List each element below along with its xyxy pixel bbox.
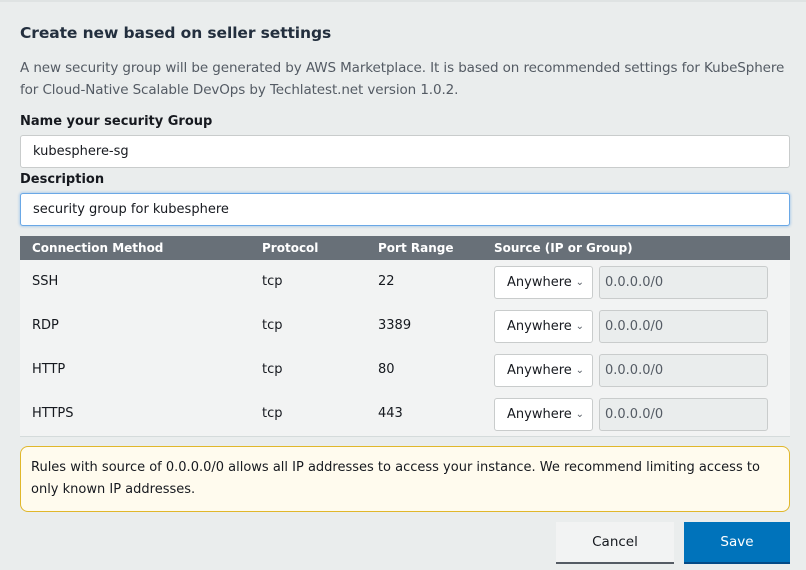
- source-select-value: Anywhere: [507, 319, 572, 334]
- table-row: HTTP tcp 80 Anywhere ⌄ 0.0.0.0/0: [20, 348, 790, 392]
- source-ip-input[interactable]: 0.0.0.0/0: [599, 266, 768, 299]
- save-button[interactable]: Save: [684, 522, 790, 564]
- port-range: 3389: [378, 318, 412, 333]
- table-row: RDP tcp 3389 Anywhere ⌄ 0.0.0.0/0: [20, 304, 790, 348]
- protocol: tcp: [262, 406, 283, 421]
- connection-method: SSH: [32, 274, 59, 289]
- port-range: 22: [378, 274, 395, 289]
- source-select[interactable]: Anywhere ⌄: [494, 398, 593, 431]
- description-label: Description: [20, 172, 105, 187]
- cancel-button[interactable]: Cancel: [556, 522, 674, 564]
- name-label: Name your security Group: [20, 114, 213, 129]
- source-select[interactable]: Anywhere ⌄: [494, 354, 593, 387]
- source-ip-input[interactable]: 0.0.0.0/0: [599, 354, 768, 387]
- section-heading: Create new based on seller settings: [20, 24, 332, 42]
- table-header: Connection Method Protocol Port Range So…: [20, 236, 790, 260]
- source-select-value: Anywhere: [507, 275, 572, 290]
- connection-method: RDP: [32, 318, 59, 333]
- rules-table: Connection Method Protocol Port Range So…: [20, 236, 790, 437]
- chevron-down-icon: ⌄: [575, 321, 584, 332]
- protocol: tcp: [262, 274, 283, 289]
- source-select-value: Anywhere: [507, 363, 572, 378]
- chevron-down-icon: ⌄: [575, 277, 584, 288]
- source-select[interactable]: Anywhere ⌄: [494, 266, 593, 299]
- section-description: A new security group will be generated b…: [20, 60, 785, 98]
- source-ip-input[interactable]: 0.0.0.0/0: [599, 310, 768, 343]
- table-row: SSH tcp 22 Anywhere ⌄ 0.0.0.0/0: [20, 260, 790, 304]
- security-group-name-input[interactable]: kubesphere-sg: [20, 135, 790, 168]
- column-header-protocol: Protocol: [262, 241, 319, 255]
- source-select[interactable]: Anywhere ⌄: [494, 310, 593, 343]
- chevron-down-icon: ⌄: [575, 365, 584, 376]
- source-ip-input[interactable]: 0.0.0.0/0: [599, 398, 768, 431]
- table-row: HTTPS tcp 443 Anywhere ⌄ 0.0.0.0/0: [20, 392, 790, 436]
- column-header-source: Source (IP or Group): [494, 241, 633, 255]
- port-range: 80: [378, 362, 395, 377]
- column-header-connection-method: Connection Method: [32, 241, 164, 255]
- security-group-description-input[interactable]: security group for kubesphere: [20, 193, 790, 226]
- protocol: tcp: [262, 362, 283, 377]
- connection-method: HTTP: [32, 362, 66, 377]
- warning-alert: Rules with source of 0.0.0.0/0 allows al…: [20, 446, 790, 512]
- connection-method: HTTPS: [32, 406, 74, 421]
- source-select-value: Anywhere: [507, 407, 572, 422]
- port-range: 443: [378, 406, 403, 421]
- chevron-down-icon: ⌄: [575, 409, 584, 420]
- protocol: tcp: [262, 318, 283, 333]
- column-header-port-range: Port Range: [378, 241, 454, 255]
